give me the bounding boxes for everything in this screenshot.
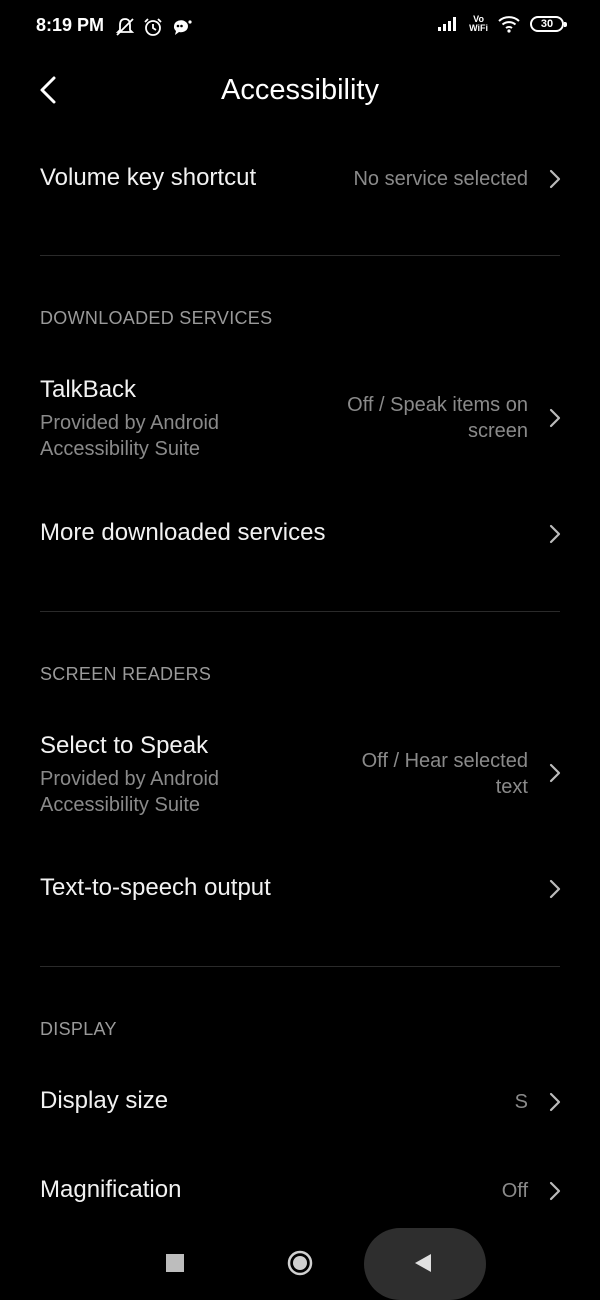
talkback-item[interactable]: TalkBack Provided by Android Accessibili… (40, 372, 562, 468)
chat-notification-icon (173, 20, 192, 35)
select-to-speak-item[interactable]: Select to Speak Provided by Android Acce… (40, 728, 562, 824)
divider (40, 255, 560, 256)
chevron-right-icon (549, 524, 561, 544)
app-header: Accessibility (0, 60, 600, 122)
chevron-right-icon (549, 408, 561, 428)
alarm-icon (144, 18, 162, 36)
recents-button[interactable] (166, 1254, 184, 1272)
battery-icon: 30 (530, 16, 567, 32)
home-button[interactable] (287, 1250, 313, 1276)
page-title: Accessibility (221, 74, 379, 106)
row-value: screen (467, 420, 528, 442)
section-header-display: DISPLAY (40, 1019, 117, 1039)
row-value: No service selected (353, 168, 528, 190)
chevron-right-icon (549, 763, 561, 783)
back-button[interactable] (414, 1253, 432, 1273)
chevron-right-icon (549, 1181, 561, 1201)
status-time: 8:19 PM (36, 15, 105, 35)
row-value: S (514, 1091, 528, 1113)
section-header-screen-readers: SCREEN READERS (40, 664, 212, 684)
chevron-right-icon (549, 169, 561, 189)
row-title: More downloaded services (40, 519, 326, 546)
chevron-right-icon (549, 1092, 561, 1112)
magnification-item[interactable]: Magnification Off (40, 1162, 562, 1222)
row-title: TalkBack (40, 376, 137, 403)
signal-icon (438, 17, 457, 31)
row-title: Select to Speak (40, 732, 209, 759)
row-value: Off / Hear selected (361, 750, 528, 772)
divider (40, 611, 560, 612)
row-title: Text-to-speech output (40, 874, 271, 901)
row-title: Display size (40, 1087, 169, 1114)
text-to-speech-output-item[interactable]: Text-to-speech output (40, 860, 562, 920)
row-value: text (495, 776, 528, 798)
row-subtitle: Provided by Android (40, 768, 220, 790)
row-subtitle: Accessibility Suite (40, 438, 201, 460)
row-subtitle: Provided by Android (40, 412, 220, 434)
row-value: Off / Speak items on (347, 394, 528, 416)
section-header-downloaded-services: DOWNLOADED SERVICES (40, 308, 273, 328)
row-title: Volume key shortcut (40, 164, 257, 191)
wifi-icon (498, 16, 520, 33)
divider (40, 966, 560, 967)
mute-bell-icon (115, 18, 135, 36)
chevron-right-icon (549, 879, 561, 899)
status-bar: 8:19 PM Vo WiFi 30 (0, 0, 600, 56)
display-size-item[interactable]: Display size S (40, 1073, 562, 1133)
more-downloaded-services-item[interactable]: More downloaded services (40, 505, 562, 565)
row-subtitle: Accessibility Suite (40, 794, 201, 816)
row-title: Magnification (40, 1176, 182, 1203)
battery-level: 30 (540, 18, 554, 30)
vowifi-indicator: Vo WiFi (469, 14, 488, 33)
row-value: Off (501, 1180, 528, 1202)
navigation-bar (0, 1226, 600, 1300)
volume-key-shortcut-item[interactable]: Volume key shortcut No service selected (40, 150, 562, 210)
